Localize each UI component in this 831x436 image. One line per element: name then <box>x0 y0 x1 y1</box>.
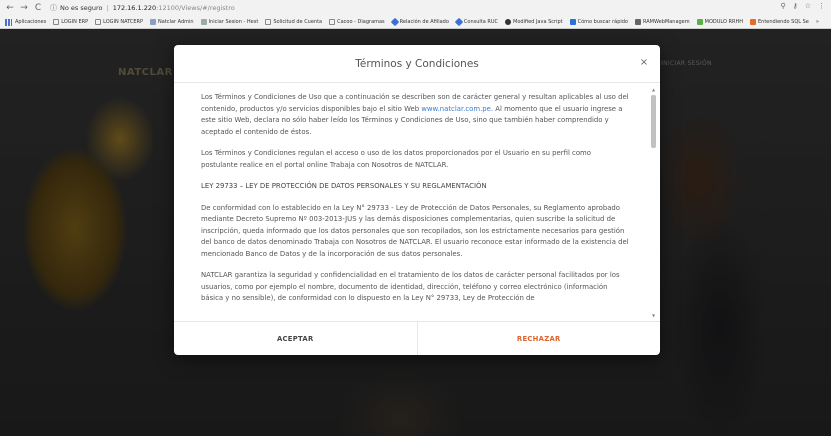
zoom-icon[interactable]: ⚲ <box>780 2 785 10</box>
bookmark-item[interactable]: LOGIN ERP <box>53 19 88 25</box>
ram-icon <box>634 19 641 25</box>
more-bookmarks[interactable]: » <box>816 19 819 25</box>
reload-icon[interactable]: C <box>32 2 44 14</box>
page-icon <box>95 19 102 25</box>
bookmark-item[interactable]: RAMWebManagem <box>634 19 690 25</box>
bookmark-item[interactable]: Solicitud de Cuenta <box>265 19 322 25</box>
url-host: 172.16.1.220 <box>112 3 157 12</box>
security-label: No es seguro <box>60 3 103 12</box>
bookmark-item[interactable]: Modified Java Script <box>505 19 563 25</box>
bookmark-item[interactable]: Aplicaciones <box>15 19 46 25</box>
menu-icon[interactable]: ⋮ <box>818 2 825 10</box>
diamond-icon <box>390 17 399 27</box>
bookmark-item[interactable]: Cómo buscar rápido <box>569 19 628 25</box>
terms-paragraph: Los Términos y Condiciones regulan el ac… <box>201 149 591 169</box>
scroll-up-icon[interactable]: ▲ <box>651 87 656 93</box>
bookmarks-bar: Aplicaciones LOGIN ERP LOGIN NATCERP Nat… <box>0 15 831 29</box>
scrollbar-thumb[interactable] <box>651 95 656 148</box>
drive-icon <box>569 19 576 25</box>
hest-icon <box>200 19 207 25</box>
accept-button[interactable]: ACEPTAR <box>174 322 418 355</box>
bookmark-item[interactable]: MODULO RRHH <box>696 19 743 25</box>
bookmark-item[interactable]: Consulta RUC <box>454 17 498 27</box>
terms-modal: Términos y Condiciones × Los Términos y … <box>174 45 660 355</box>
key-icon[interactable]: ⚷ <box>793 2 798 10</box>
apps-grid-icon[interactable] <box>5 18 12 26</box>
bookmark-item[interactable]: Entendiendo SQL Se <box>749 19 809 25</box>
modal-title: Términos y Condiciones <box>355 57 479 70</box>
page-icon <box>53 19 60 25</box>
info-icon[interactable]: ⓘ <box>50 3 57 13</box>
law-heading: LEY 29733 – LEY DE PROTECCIÓN DE DATOS P… <box>201 182 487 190</box>
star-icon[interactable]: ☆ <box>805 2 811 10</box>
browser-chrome: ← → C ⓘ No es seguro | 172.16.1.220 :121… <box>0 0 831 29</box>
sql-icon <box>749 19 756 25</box>
scroll-down-icon[interactable]: ▼ <box>651 313 656 319</box>
terms-paragraph: Los Términos y Condiciones de Uso que a … <box>201 93 629 136</box>
forward-arrow-icon[interactable]: → <box>18 2 30 14</box>
close-icon[interactable]: × <box>638 57 650 69</box>
omnibox-separator: | <box>106 3 109 12</box>
bookmark-item[interactable]: Iniciar Sesion - Hest <box>200 19 258 25</box>
bookmark-item[interactable]: Natclar Admin <box>150 19 194 25</box>
back-arrow-icon[interactable]: ← <box>4 2 16 14</box>
page-icon <box>329 19 336 25</box>
terms-content: Los Términos y Condiciones de Uso que a … <box>201 92 629 315</box>
bookmark-item[interactable]: Cacoo - Diagramas <box>329 19 385 25</box>
browser-actions: ⚲ ⚷ ☆ ⋮ <box>780 2 825 10</box>
bookmark-item[interactable]: LOGIN NATCERP <box>95 19 143 25</box>
modal-header: Términos y Condiciones × <box>174 45 660 83</box>
url-path: :12100/Views/#/registro <box>156 3 235 12</box>
terms-paragraph: NATCLAR garantiza la seguridad y confide… <box>201 271 620 302</box>
page-icon <box>265 19 272 25</box>
address-bar-row: ← → C ⓘ No es seguro | 172.16.1.220 :121… <box>0 0 831 15</box>
module-icon <box>696 19 703 25</box>
natclar-website-link[interactable]: www.natclar.com.pe <box>421 105 491 113</box>
modal-footer: ACEPTAR RECHAZAR <box>174 321 660 355</box>
natclar-icon <box>150 19 157 25</box>
modal-body[interactable]: Los Términos y Condiciones de Uso que a … <box>174 83 660 321</box>
scrollbar[interactable]: ▲ ▼ <box>651 87 656 319</box>
bookmark-item[interactable]: Relación de Afiliado <box>390 17 449 27</box>
terms-paragraph: De conformidad con lo establecido en la … <box>201 203 629 258</box>
diamond-icon <box>454 17 464 27</box>
circle-icon <box>505 19 512 25</box>
reject-button[interactable]: RECHAZAR <box>418 322 661 355</box>
omnibox[interactable]: ⓘ No es seguro | 172.16.1.220 :12100/Vie… <box>50 2 235 14</box>
